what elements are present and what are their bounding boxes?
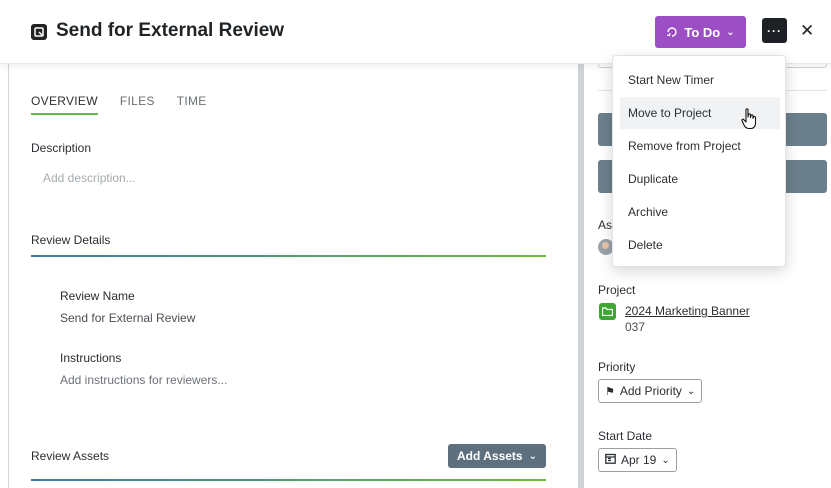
hand-pointer-icon — [741, 108, 757, 130]
menu-item-archive[interactable]: Archive — [620, 196, 780, 228]
tab-time[interactable]: TIME — [177, 94, 207, 115]
project-link[interactable]: 2024 Marketing Banner — [625, 304, 750, 318]
priority-value: Add Priority — [619, 384, 682, 398]
calendar-icon — [605, 453, 616, 467]
review-icon — [31, 24, 47, 40]
chevron-down-icon: ⌄ — [528, 450, 537, 462]
start-date-picker[interactable]: Apr 19 ⌄ — [598, 448, 677, 472]
more-options-button[interactable]: ··· — [762, 18, 787, 43]
review-assets-divider — [31, 479, 546, 481]
start-date-label: Start Date — [598, 429, 653, 443]
chevron-down-icon: ⌄ — [686, 385, 696, 397]
menu-item-delete[interactable]: Delete — [620, 229, 780, 261]
tab-files[interactable]: FILES — [120, 94, 155, 115]
assignees-label: As — [598, 218, 613, 232]
panel-scrollbar[interactable] — [578, 64, 584, 488]
menu-item-remove-from-project[interactable]: Remove from Project — [620, 130, 780, 162]
tab-overview[interactable]: OVERVIEW — [31, 94, 98, 115]
project-label: Project — [598, 283, 636, 297]
priority-label: Priority — [598, 360, 636, 374]
close-button[interactable]: ✕ — [800, 21, 814, 41]
flag-icon: ⚑ — [605, 385, 615, 398]
status-label: To Do — [684, 24, 721, 40]
description-input[interactable]: Add description... — [43, 171, 136, 185]
page-title: Send for External Review — [56, 20, 285, 41]
start-date-value: Apr 19 — [621, 453, 657, 467]
folder-icon — [599, 303, 616, 320]
project-number: 037 — [625, 320, 646, 334]
menu-item-start-new-timer[interactable]: Start New Timer — [620, 64, 780, 96]
tab-bar: OVERVIEW FILES TIME — [31, 94, 207, 115]
chevron-down-icon: ⌄ — [726, 26, 735, 38]
panel-edge — [8, 64, 9, 488]
status-cycle-icon — [667, 27, 678, 37]
chevron-down-icon: ⌄ — [661, 454, 670, 466]
priority-dropdown[interactable]: ⚑ Add Priority ⌄ — [598, 379, 703, 403]
menu-item-duplicate[interactable]: Duplicate — [620, 163, 780, 195]
review-name-label: Review Name — [60, 289, 135, 303]
review-assets-heading: Review Assets — [31, 449, 110, 463]
review-details-heading: Review Details — [31, 233, 111, 247]
status-dropdown-button[interactable]: To Do ⌄ — [655, 16, 746, 48]
instructions-input[interactable]: Add instructions for reviewers... — [60, 373, 227, 387]
add-assets-label: Add Assets — [457, 449, 523, 463]
more-options-menu: Start New Timer Move to Project Remove f… — [612, 55, 786, 267]
review-details-divider — [31, 255, 546, 257]
add-assets-button[interactable]: Add Assets ⌄ — [448, 444, 546, 468]
description-label: Description — [31, 141, 92, 155]
instructions-label: Instructions — [60, 351, 122, 365]
review-name-value[interactable]: Send for External Review — [60, 311, 195, 325]
